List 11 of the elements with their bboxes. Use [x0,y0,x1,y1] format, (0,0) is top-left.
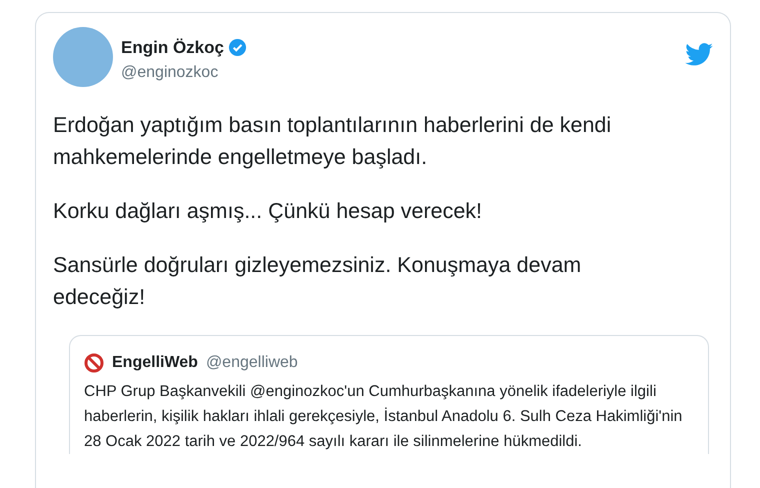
tweet-paragraph: Erdoğan yaptığım basın toplantılarının haberlerini de kendi mahkemelerinde engelletmeye başladı. [53,112,612,171]
author-name[interactable]: Engin Özkoç [121,35,224,60]
quoted-tweet-card[interactable] [69,335,709,454]
tweet-paragraph: Sansürle doğruları gizleyemezsiniz. Konuşmaya devam edeceğiz! [53,252,582,311]
tweet-paragraph: Korku dağları aşmış... Çünkü hesap verecek! [53,198,484,225]
quoted-tweet-text: CHP Grup Başkanvekili @enginozkoc'un Cumhurbaşkanına yönelik ifadeleriyle ilgili haberlerin, kişilik hakları ihlali gerekçesiyle, İstanbul Anadolu 6. Sulh Ceza Hakimliği'nin 28 Ocak 2022 tarih ve 2022/964 sayılı kararı ile silinmelerine hükmedildi. [84,382,684,452]
prohibited-icon [84,352,104,372]
author-handle[interactable]: @enginozkoc [121,60,247,84]
quoted-author-handle: @engelliweb [206,353,298,373]
bird-icon[interactable] [685,43,713,66]
quoted-author-name: EngelliWeb [112,353,198,373]
